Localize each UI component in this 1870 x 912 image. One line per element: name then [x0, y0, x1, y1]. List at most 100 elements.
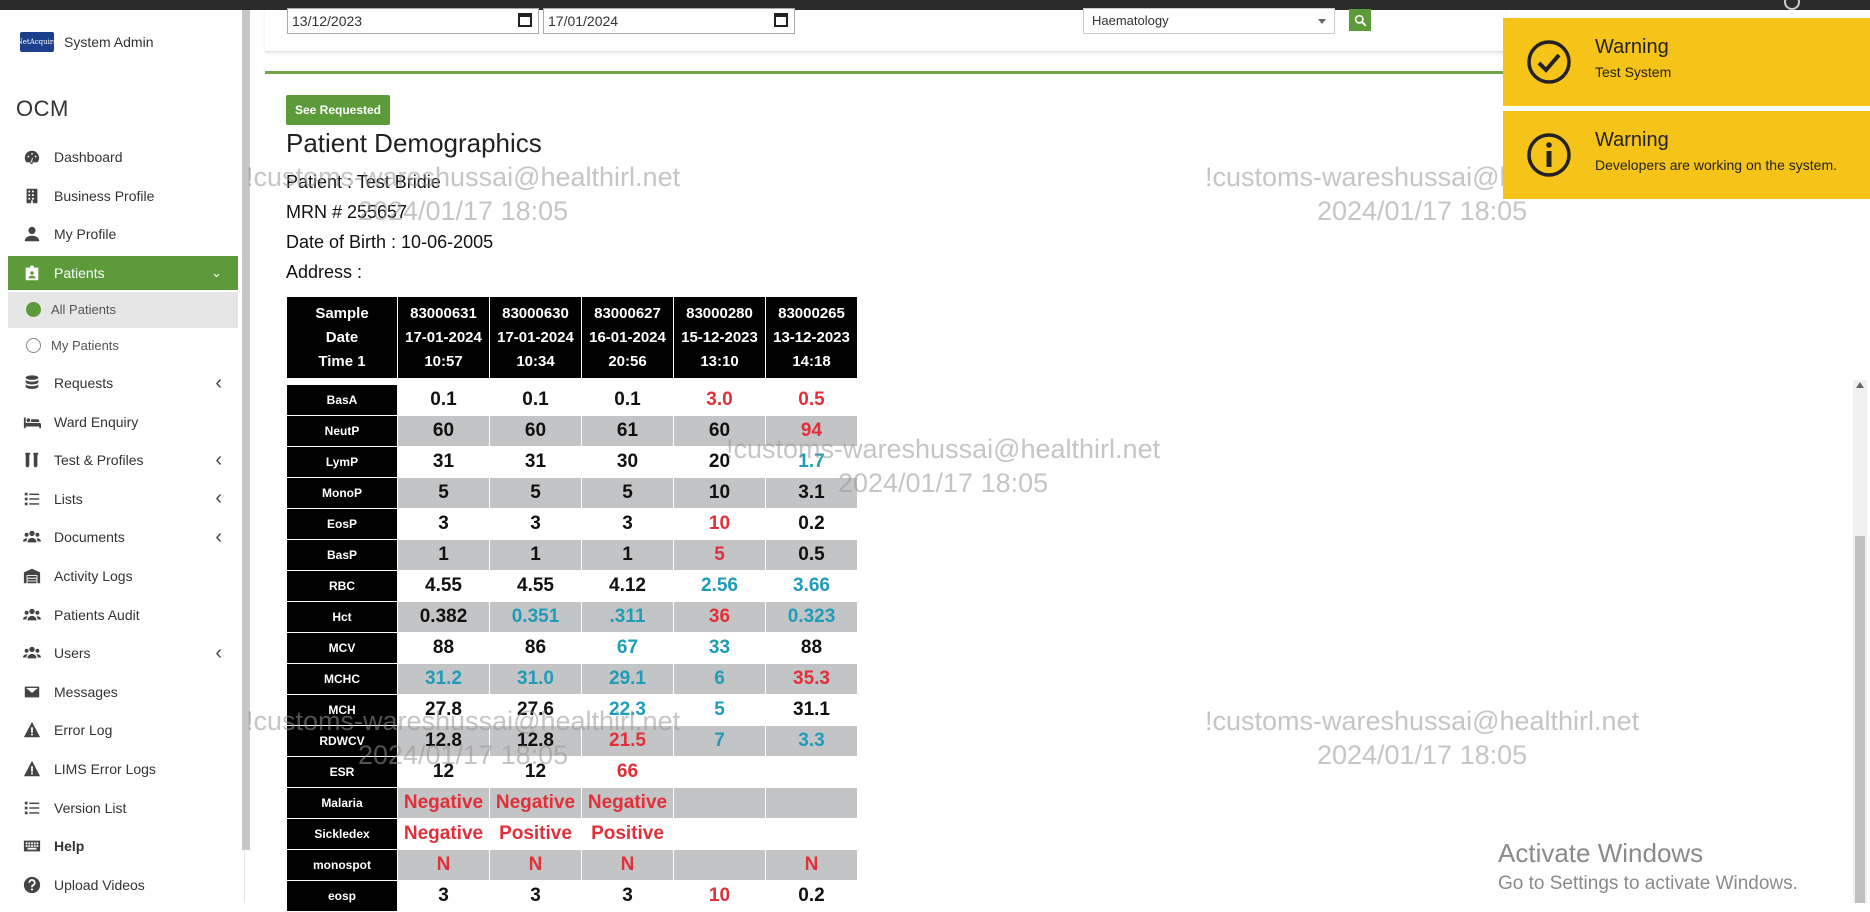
sidebar-scrollbar[interactable]	[242, 10, 250, 850]
result-cell: .311	[581, 601, 674, 633]
result-cell: Negative	[489, 787, 582, 819]
header-line: 15-12-2023	[681, 328, 758, 346]
database-icon	[22, 374, 42, 392]
scrollbar-thumb[interactable]	[1855, 536, 1865, 903]
date-from-input[interactable]: 13/12/2023	[287, 8, 539, 34]
calendar-icon[interactable]	[774, 13, 788, 27]
result-cell: N	[581, 849, 674, 881]
sidebar-item-documents[interactable]: Documents ‹	[8, 518, 238, 557]
sidebar-item-label: Lists	[54, 490, 83, 507]
column-header-sample-1[interactable]: 83000630 17-01-2024 10:34	[489, 296, 582, 379]
table-row: RDWCV 12.8 12.8 21.5 7 3.3	[286, 725, 858, 757]
result-cell: 0.1	[581, 384, 674, 416]
result-cell: 67	[581, 632, 674, 664]
sidebar-item-requests[interactable]: Requests ‹	[8, 364, 238, 403]
sidebar-item-messages[interactable]: Messages	[8, 673, 238, 712]
sidebar-item-activity-logs[interactable]: Activity Logs	[8, 557, 238, 596]
result-cell: 5	[581, 477, 674, 509]
sidebar-menu: Dashboard Business Profile My Profile Patie…	[8, 138, 238, 904]
header-line: 10:57	[424, 352, 463, 370]
sidebar-item-users[interactable]: Users ‹	[8, 634, 238, 673]
sidebar-item-lims-error-logs[interactable]: LIMS Error Logs	[8, 750, 238, 789]
result-cell: N	[397, 849, 490, 881]
department-select[interactable]: Haematology	[1083, 8, 1335, 34]
sidebar-item-my-patients[interactable]: My Patients	[8, 328, 238, 364]
result-cell	[765, 756, 858, 788]
sidebar-item-patients[interactable]: Patients ⌄	[8, 255, 238, 290]
header-line: Time 1	[318, 352, 366, 370]
result-cell: 0.1	[397, 384, 490, 416]
column-header-sample-4[interactable]: 83000265 13-12-2023 14:18	[765, 296, 858, 379]
result-cell: 10	[673, 508, 766, 540]
date-to-input[interactable]: 17/01/2024	[543, 8, 795, 34]
sidebar-item-label: Messages	[54, 683, 118, 700]
table-row: Sickledex Negative Positive Positive	[286, 818, 858, 850]
sidebar-item-lists[interactable]: Lists ‹	[8, 480, 238, 519]
result-cell: Positive	[581, 818, 674, 850]
sidebar-item-version-list[interactable]: Version List	[8, 788, 238, 827]
sidebar-item-ward-enquiry[interactable]: Ward Enquiry	[8, 402, 238, 441]
chevron-left-icon: ‹	[215, 487, 222, 510]
search-button[interactable]	[1349, 9, 1371, 31]
sidebar-item-my-profile[interactable]: My Profile	[8, 215, 238, 254]
sidebar-item-label: Upload Videos	[54, 876, 145, 893]
sidebar-item-all-patients[interactable]: All Patients	[8, 291, 238, 328]
warning-icon	[22, 760, 42, 778]
table-row: BasP 1 1 1 5 0.5	[286, 539, 858, 571]
header-line: 14:18	[792, 352, 831, 370]
sidebar-item-upload-videos[interactable]: Upload Videos	[8, 866, 238, 905]
result-cell: 0.2	[765, 508, 858, 540]
profile-icon[interactable]	[1784, 0, 1800, 10]
column-header-sample-3[interactable]: 83000280 15-12-2023 13:10	[673, 296, 766, 379]
sidebar-item-error-log[interactable]: Error Log	[8, 711, 238, 750]
result-cell: 12	[397, 756, 490, 788]
dashboard-icon	[22, 148, 42, 166]
result-cell: 3	[581, 508, 674, 540]
result-cell: 66	[581, 756, 674, 788]
list-icon	[22, 799, 42, 817]
result-cell: 7	[673, 725, 766, 757]
page-scrollbar[interactable]	[1853, 380, 1867, 903]
table-row: monospot N N N N	[286, 849, 858, 881]
result-cell: 5	[673, 539, 766, 571]
result-cell: 0.5	[765, 384, 858, 416]
sidebar-item-business-profile[interactable]: Business Profile	[8, 177, 238, 216]
row-label: MCV	[286, 632, 398, 664]
result-cell: 5	[397, 477, 490, 509]
result-cell: 22.3	[581, 694, 674, 726]
result-cell: 88	[765, 632, 858, 664]
filter-bar: 13/12/2023 17/01/2024 Haematology	[265, 0, 1505, 52]
result-cell: 86	[489, 632, 582, 664]
toast-title: Warning	[1595, 36, 1669, 58]
result-cell: 27.6	[489, 694, 582, 726]
table-row: MCH 27.8 27.6 22.3 5 31.1	[286, 694, 858, 726]
result-cell: 0.382	[397, 601, 490, 633]
row-label: Malaria	[286, 787, 398, 819]
toast-warning-test-system[interactable]: Warning Test System	[1503, 18, 1870, 106]
toast-warning-developers[interactable]: Warning Developers are working on the sy…	[1503, 111, 1870, 199]
sidebar-item-patients-audit[interactable]: Patients Audit	[8, 595, 238, 634]
scroll-up-icon[interactable]	[1856, 382, 1864, 388]
result-cell: 60	[489, 415, 582, 447]
sidebar-item-label: Help	[54, 838, 85, 855]
sidebar-item-label: Users	[54, 645, 91, 662]
result-cell: 60	[673, 415, 766, 447]
date-from-value: 13/12/2023	[292, 13, 363, 29]
sidebar-user[interactable]: NetAcquire System Admin	[17, 32, 153, 52]
calendar-icon[interactable]	[518, 13, 532, 27]
result-cell: 61	[581, 415, 674, 447]
row-label: BasP	[286, 539, 398, 571]
section-divider	[265, 71, 1505, 74]
sidebar-item-help[interactable]: Help	[8, 827, 238, 866]
windows-activation-notice: Activate Windows Go to Settings to activ…	[1498, 838, 1798, 895]
header-line: 83000631	[410, 304, 477, 322]
result-cell: 3	[489, 880, 582, 912]
see-requested-button[interactable]: See Requested	[286, 95, 390, 125]
sidebar-item-dashboard[interactable]: Dashboard	[8, 138, 238, 177]
column-header-sample-2[interactable]: 83000627 16-01-2024 20:56	[581, 296, 674, 379]
sidebar-item-test-profiles[interactable]: Test & Profiles ‹	[8, 441, 238, 480]
result-cell	[765, 818, 858, 850]
result-cell: 12.8	[397, 725, 490, 757]
column-header-sample-0[interactable]: 83000631 17-01-2024 10:57	[397, 296, 490, 379]
sidebar-item-label: Business Profile	[54, 187, 155, 204]
